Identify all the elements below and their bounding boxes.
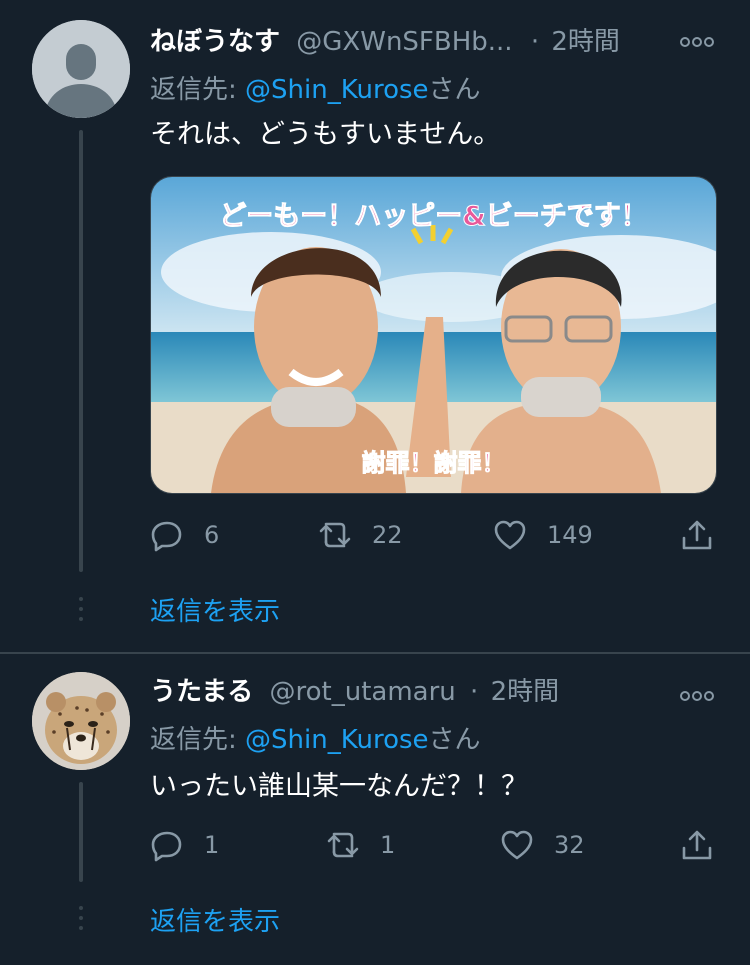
heart-icon [501, 830, 533, 860]
timestamp[interactable]: 2時間 [491, 677, 560, 707]
show-replies-link[interactable]: 返信を表示 [150, 906, 280, 938]
tweet-1[interactable]: ねぼうなす @GXWnSFBHb... · 2時間 返信先: @Shin_Kur… [0, 0, 750, 652]
retweet-count: 22 [372, 521, 403, 549]
reply-icon [151, 521, 182, 552]
reply-button[interactable]: 6 [150, 515, 219, 555]
more-options-icon[interactable] [680, 684, 714, 709]
thread-line [79, 782, 83, 882]
replying-to: 返信先: @Shin_Kuroseさん [150, 724, 481, 756]
tweet-text: それは、どうもすいません。 [150, 119, 501, 150]
reply-count: 6 [204, 521, 220, 549]
reply-button[interactable]: 1 [150, 825, 219, 865]
image-caption-top: どーもー！ハッピー&ビーチです！ [219, 201, 648, 232]
image-caption-bottom: 謝罪！謝罪！ [362, 449, 506, 477]
reply-count: 1 [204, 831, 220, 859]
separator-dot: · [470, 677, 479, 707]
thread-line [79, 130, 83, 572]
avatar-cheetah[interactable] [32, 672, 130, 770]
retweet-button[interactable]: 1 [326, 825, 395, 865]
user-handle[interactable]: @rot_utamaru [270, 677, 456, 707]
display-name[interactable]: うたまる [150, 677, 253, 707]
tweet-actions: 6 22 149 [150, 515, 720, 555]
retweet-count: 1 [380, 831, 396, 859]
replying-suffix: さん [428, 725, 481, 755]
reply-icon [151, 831, 182, 862]
share-icon [682, 830, 712, 860]
tweet-header: うたまる @rot_utamaru · 2時間 [150, 676, 559, 708]
tweet-text: いったい誰山某一なんだ？！？ [150, 771, 528, 802]
show-replies-link[interactable]: 返信を表示 [150, 596, 280, 628]
tweet-image[interactable]: どーもー！ハッピー&ビーチです！ 謝罪！謝罪！ [150, 176, 717, 494]
like-count: 149 [547, 521, 593, 549]
timestamp[interactable]: 2時間 [551, 27, 620, 57]
like-button[interactable]: 32 [500, 825, 585, 865]
default-profile-icon [32, 20, 130, 118]
avatar-default[interactable] [32, 20, 130, 118]
share-button[interactable] [680, 515, 714, 555]
more-options-icon[interactable] [680, 30, 714, 55]
user-handle[interactable]: @GXWnSFBHb... [296, 27, 512, 57]
thread-dots [79, 906, 83, 936]
cheetah-avatar-image [32, 672, 130, 770]
share-button[interactable] [680, 825, 714, 865]
like-count: 32 [554, 831, 585, 859]
heart-icon [494, 520, 526, 550]
replying-suffix: さん [428, 75, 481, 105]
share-icon [682, 520, 712, 550]
mention-link[interactable]: @Shin_Kurose [245, 725, 429, 755]
retweet-button[interactable]: 22 [318, 515, 403, 555]
beach-illustration: どーもー！ハッピー&ビーチです！ 謝罪！謝罪！ [151, 177, 716, 493]
replying-to: 返信先: @Shin_Kuroseさん [150, 74, 481, 106]
thread-dots [79, 597, 83, 627]
separator-dot: · [530, 27, 540, 57]
replying-prefix: 返信先: [150, 725, 246, 755]
retweet-icon [327, 832, 359, 858]
like-button[interactable]: 149 [493, 515, 593, 555]
tweet-header: ねぼうなす @GXWnSFBHb... · 2時間 [150, 26, 620, 58]
mention-link[interactable]: @Shin_Kurose [245, 75, 429, 105]
retweet-icon [319, 522, 351, 548]
replying-prefix: 返信先: [150, 75, 246, 105]
tweet-2[interactable]: うたまる @rot_utamaru · 2時間 返信先: @Shin_Kuros… [0, 654, 750, 965]
display-name[interactable]: ねぼうなす [150, 27, 280, 57]
tweet-actions: 1 1 32 [150, 825, 720, 865]
